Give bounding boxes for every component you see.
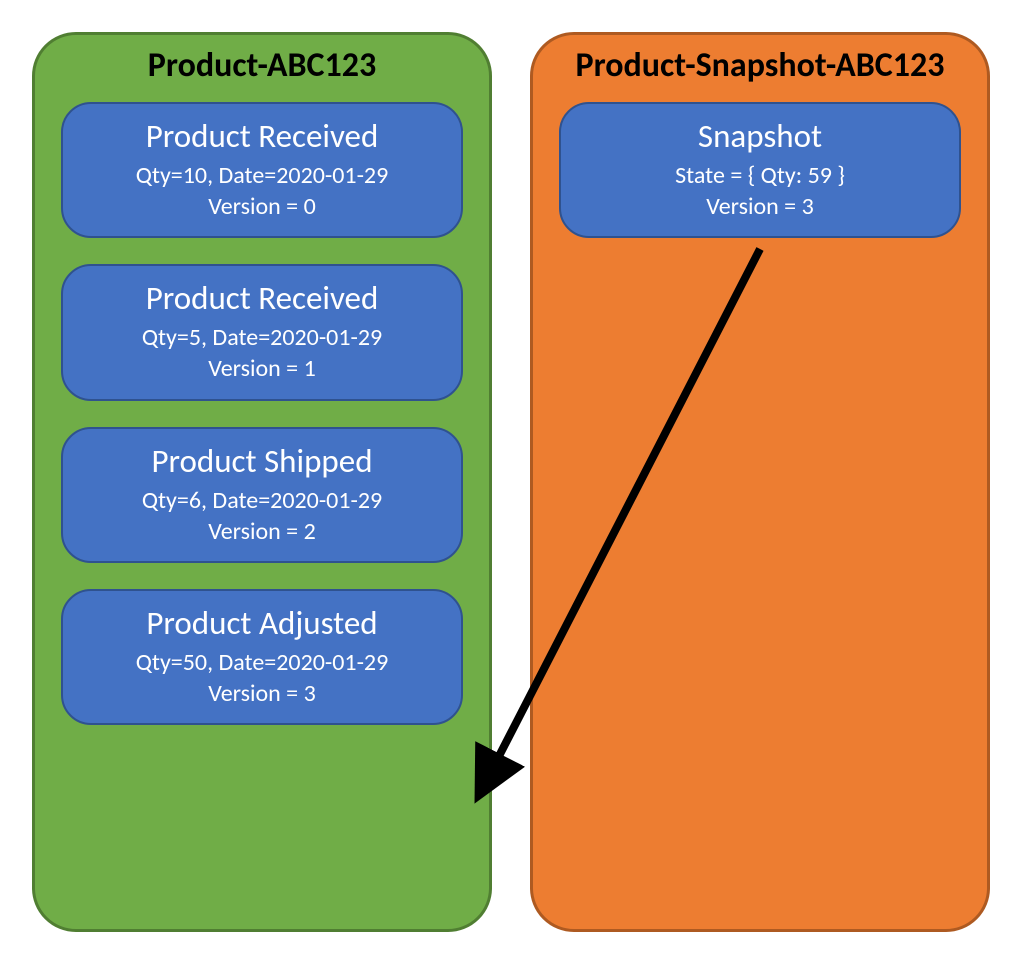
product-stream-title: Product-ABC123 (35, 45, 489, 86)
product-event-stream-container: Product-ABC123 Product Received Qty=10, … (32, 32, 492, 932)
event-detail-line: Qty=50, Date=2020-01-29 (71, 647, 453, 678)
event-title: Product Received (71, 118, 453, 156)
snapshot-container-title: Product-Snapshot-ABC123 (533, 45, 987, 86)
event-version: 0 (304, 192, 316, 221)
product-snapshot-container: Product-Snapshot-ABC123 Snapshot State =… (530, 32, 990, 932)
qty-prefix: Qty= (142, 323, 189, 352)
version-prefix: Version = (208, 192, 303, 221)
version-prefix: Version = (706, 192, 801, 221)
event-detail-line: Qty=6, Date=2020-01-29 (71, 485, 453, 516)
version-prefix: Version = (208, 679, 303, 708)
qty-prefix: Qty= (136, 161, 183, 190)
snapshot-state-line: State = { Qty: 59 } (569, 160, 951, 191)
event-version-line: Version = 2 (71, 516, 453, 547)
event-card: Product Shipped Qty=6, Date=2020-01-29 V… (61, 427, 463, 563)
qty-prefix: Qty= (136, 648, 183, 677)
event-title: Product Adjusted (71, 605, 453, 643)
event-version: 2 (304, 517, 316, 546)
event-date: 2020-01-29 (276, 161, 388, 190)
event-version-line: Version = 3 (71, 678, 453, 709)
event-version: 3 (304, 679, 316, 708)
event-qty: 10 (183, 161, 207, 190)
event-title: Product Shipped (71, 443, 453, 481)
event-version-line: Version = 1 (71, 353, 453, 384)
event-qty: 5 (189, 323, 201, 352)
event-date: 2020-01-29 (276, 648, 388, 677)
date-prefix: , Date= (201, 323, 270, 352)
version-prefix: Version = (208, 517, 303, 546)
event-card: Product Adjusted Qty=50, Date=2020-01-29… (61, 589, 463, 725)
date-prefix: , Date= (207, 161, 276, 190)
event-date: 2020-01-29 (270, 486, 382, 515)
event-detail-line: Qty=5, Date=2020-01-29 (71, 322, 453, 353)
qty-prefix: Qty= (142, 486, 189, 515)
event-card: Product Received Qty=5, Date=2020-01-29 … (61, 264, 463, 400)
snapshot-version: 3 (802, 192, 814, 221)
snapshot-version-line: Version = 3 (569, 191, 951, 222)
event-title: Product Received (71, 280, 453, 318)
snapshot-title: Snapshot (569, 118, 951, 156)
version-prefix: Version = (208, 354, 303, 383)
snapshot-card: Snapshot State = { Qty: 59 } Version = 3 (559, 102, 961, 238)
date-prefix: , Date= (201, 486, 270, 515)
date-prefix: , Date= (207, 648, 276, 677)
event-qty: 50 (183, 648, 207, 677)
event-version-line: Version = 0 (71, 191, 453, 222)
event-qty: 6 (189, 486, 201, 515)
event-card: Product Received Qty=10, Date=2020-01-29… (61, 102, 463, 238)
event-detail-line: Qty=10, Date=2020-01-29 (71, 160, 453, 191)
event-date: 2020-01-29 (270, 323, 382, 352)
event-version: 1 (304, 354, 316, 383)
